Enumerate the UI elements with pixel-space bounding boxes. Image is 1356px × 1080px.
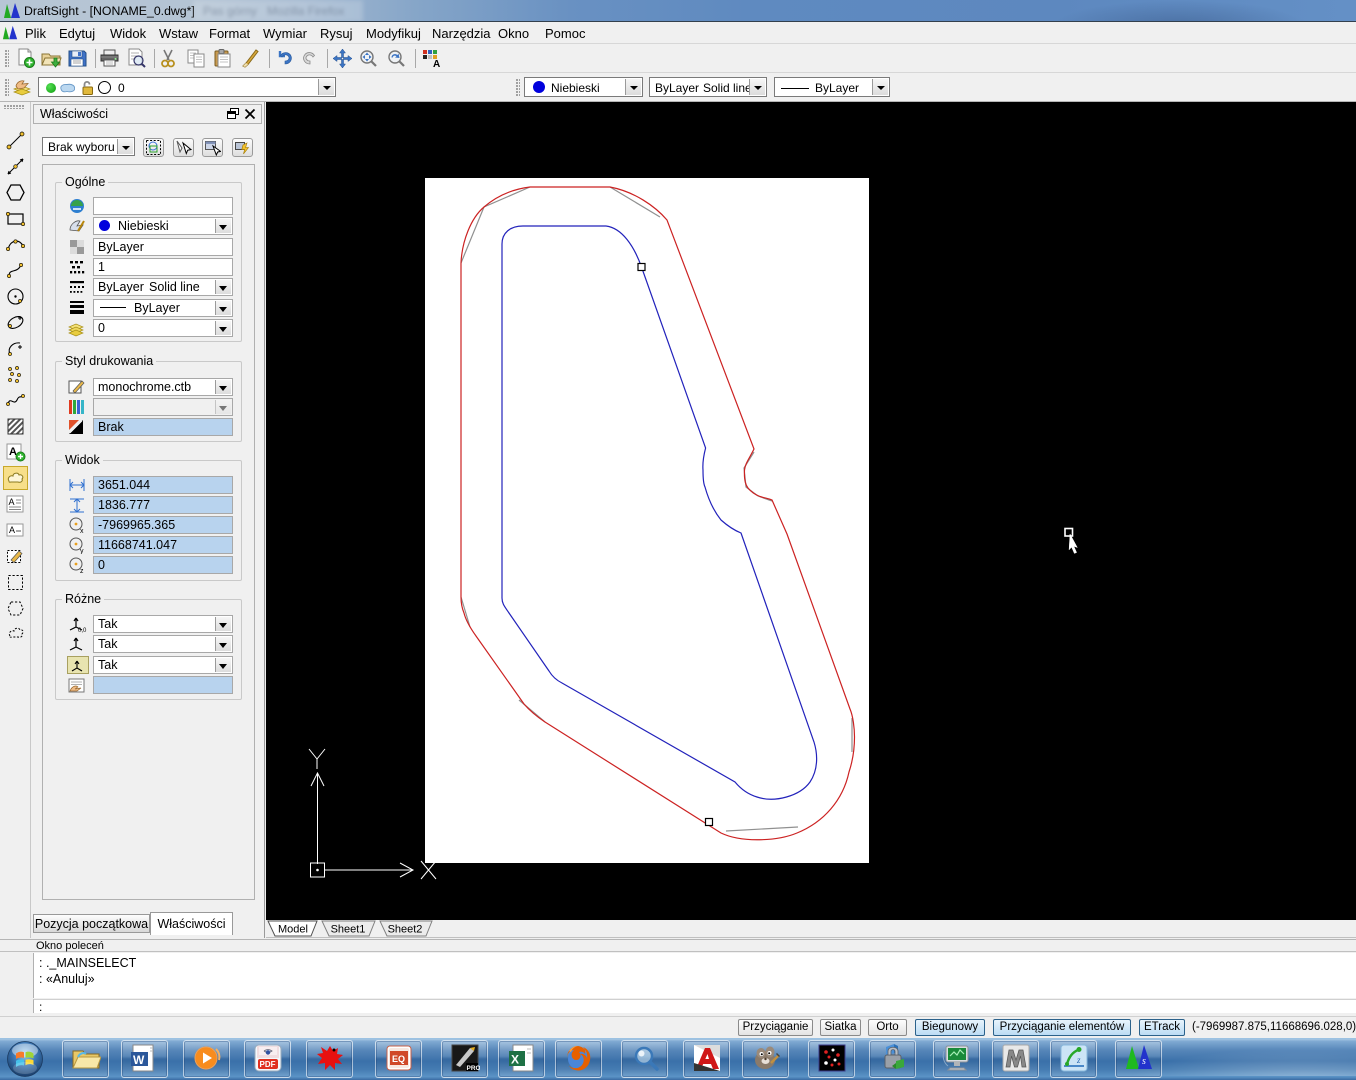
svg-text:y: y xyxy=(80,548,84,554)
svg-text:z: z xyxy=(1076,1055,1081,1065)
svg-text:EQ: EQ xyxy=(392,1054,405,1064)
svg-text:Sheet1: Sheet1 xyxy=(331,924,366,936)
svg-text:Model: Model xyxy=(278,924,308,936)
svg-text:x: x xyxy=(80,528,84,534)
svg-text:X: X xyxy=(511,1053,519,1067)
svg-text:0,0: 0,0 xyxy=(78,628,87,633)
svg-text:Sheet2: Sheet2 xyxy=(388,924,423,936)
svg-text:PDF: PDF xyxy=(260,1060,276,1069)
svg-text:W: W xyxy=(133,1053,145,1067)
svg-text:z: z xyxy=(80,568,84,574)
svg-text:A: A xyxy=(433,59,440,69)
svg-text:PRO: PRO xyxy=(467,1065,481,1072)
svg-text:s: s xyxy=(1142,1056,1146,1067)
svg-text:A: A xyxy=(9,525,15,535)
svg-text:A: A xyxy=(9,497,15,507)
